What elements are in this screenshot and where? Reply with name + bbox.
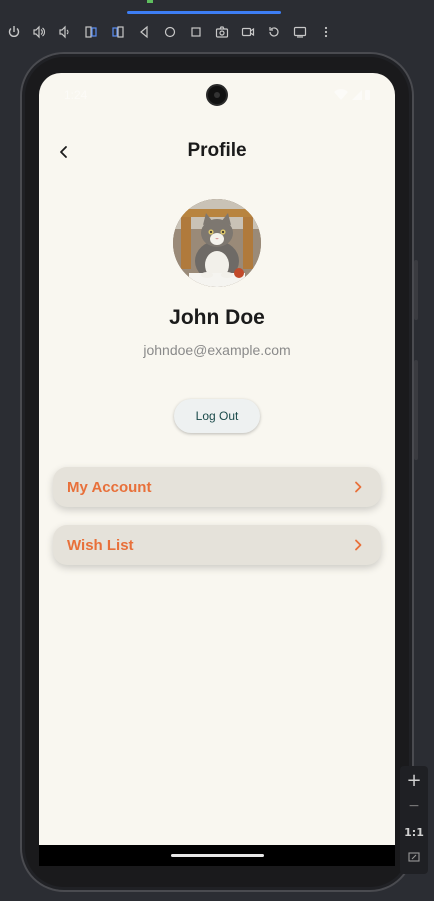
- status-icons: [332, 88, 372, 102]
- menu-item-wish-list[interactable]: Wish List: [53, 525, 381, 565]
- rotate-right-icon[interactable]: [108, 22, 128, 42]
- active-tab-indicator: [127, 11, 281, 14]
- home-icon[interactable]: [160, 22, 180, 42]
- power-icon[interactable]: [4, 22, 24, 42]
- snapshot-icon[interactable]: [290, 22, 310, 42]
- cat-photo-icon: [173, 199, 261, 287]
- user-email: johndoe@example.com: [143, 342, 291, 358]
- avatar[interactable]: [173, 199, 261, 287]
- status-time: 1:24: [64, 88, 88, 102]
- device-volume-button: [414, 360, 418, 460]
- menu-item-label: My Account: [67, 478, 152, 496]
- tab-indicator-dot: [147, 0, 153, 3]
- zoom-reset-button[interactable]: 1:1: [400, 826, 428, 839]
- logout-button[interactable]: Log Out: [174, 399, 260, 433]
- home-indicator[interactable]: [171, 854, 264, 857]
- menu-item-label: Wish List: [67, 536, 134, 554]
- menu-item-my-account[interactable]: My Account: [53, 467, 381, 507]
- back-icon[interactable]: [134, 22, 154, 42]
- rotate-left-icon[interactable]: [81, 22, 101, 42]
- camera-icon[interactable]: [212, 22, 232, 42]
- chevron-right-icon: [351, 538, 365, 552]
- page-title: Profile: [187, 140, 247, 161]
- device-side-button: [414, 260, 418, 320]
- zoom-fit-icon[interactable]: [400, 850, 428, 867]
- emulator-toolbar: [0, 0, 434, 48]
- more-icon[interactable]: [316, 22, 336, 42]
- volume-down-icon[interactable]: [54, 22, 74, 42]
- front-camera: [206, 84, 228, 106]
- zoom-in-button[interactable]: +: [400, 770, 428, 791]
- overview-icon[interactable]: [186, 22, 206, 42]
- chevron-right-icon: [351, 480, 365, 494]
- user-name: John Doe: [169, 306, 265, 329]
- screenrecord-icon[interactable]: [238, 22, 258, 42]
- emulator-controls: [0, 22, 340, 42]
- replay-icon[interactable]: [264, 22, 284, 42]
- volume-up-icon[interactable]: [29, 22, 49, 42]
- zoom-out-button[interactable]: −: [400, 798, 428, 814]
- zoom-panel: + − 1:1: [400, 766, 428, 874]
